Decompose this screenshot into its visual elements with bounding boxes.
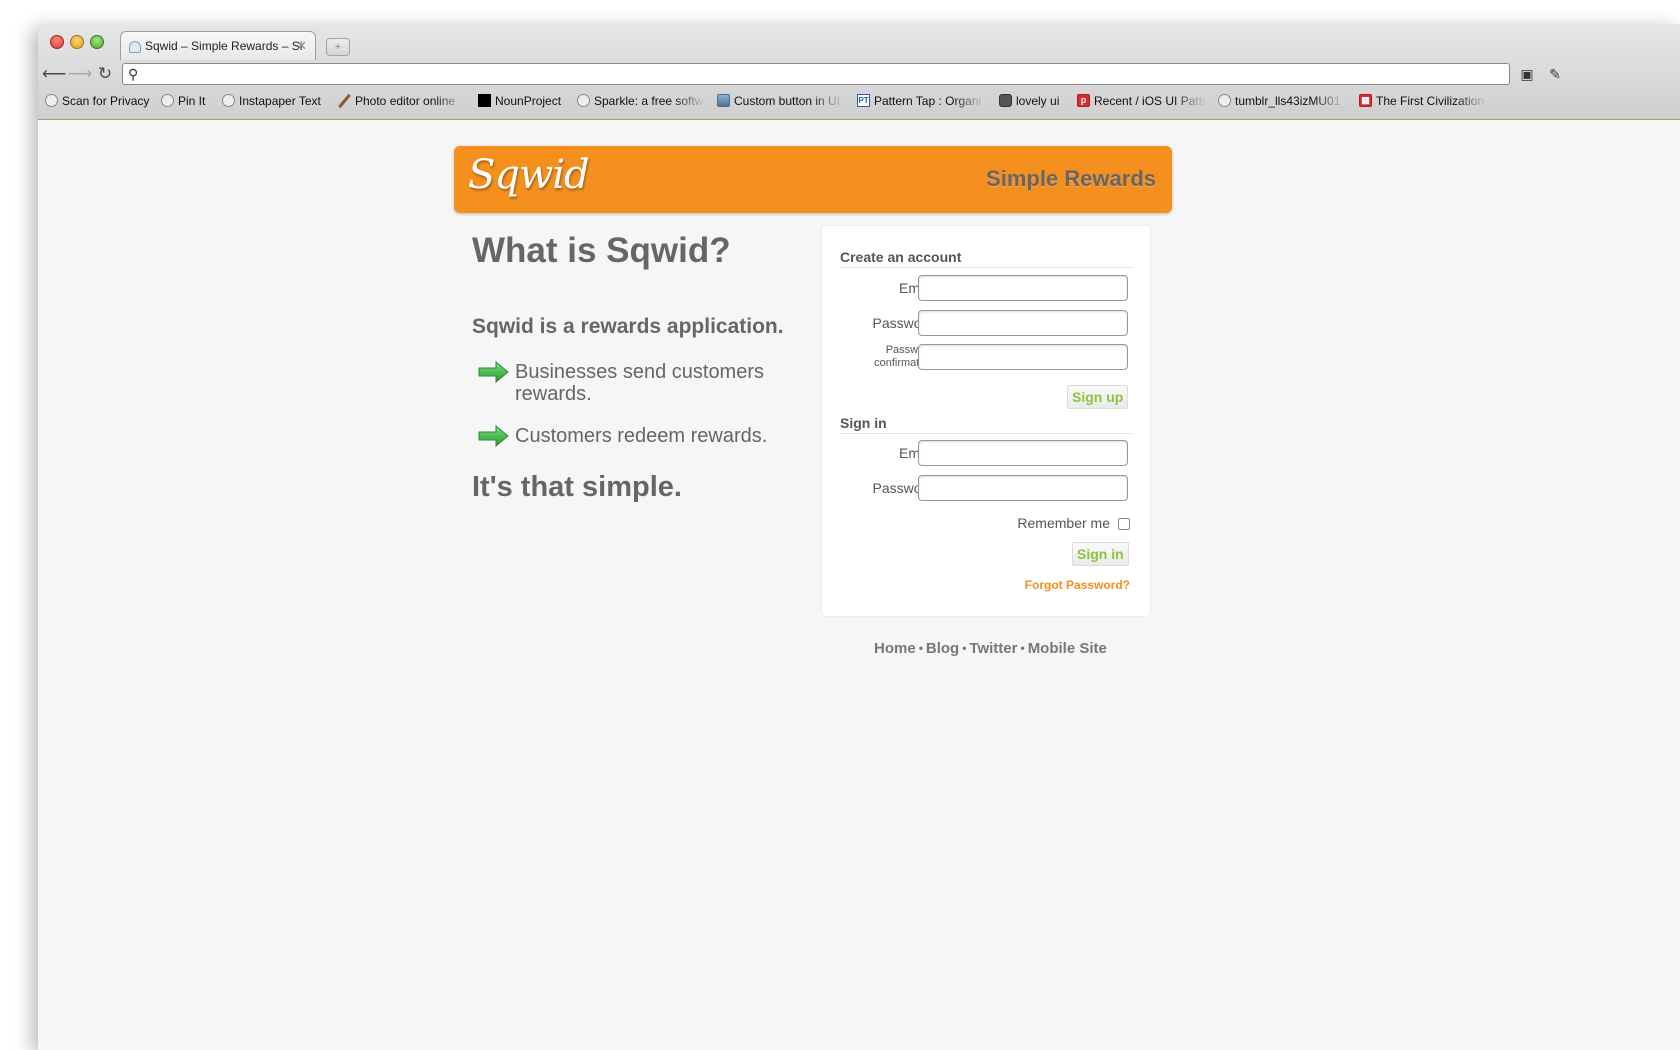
bookmark-item[interactable]: Custom button in UI: [716, 92, 844, 110]
signin-password-field[interactable]: [918, 475, 1128, 501]
remember-me-label: Remember me: [1017, 515, 1110, 531]
bookmark-item[interactable]: Pin It: [160, 92, 216, 110]
maximize-window-button[interactable]: [90, 35, 104, 49]
signup-password-row: Password: [840, 310, 1130, 336]
back-arrow-icon[interactable]: ⟵: [42, 63, 66, 85]
new-tab-button[interactable]: +: [326, 38, 350, 56]
bookmark-label: The First Civilization: [1376, 94, 1485, 108]
signup-email-field[interactable]: [918, 275, 1128, 301]
signup-confirm-row: Password confirmation: [840, 344, 1130, 370]
footer-separator: •: [962, 641, 967, 655]
browser-window: Sqwid – Simple Rewards – Si ✕ + ⟵ ⟶ ↻ ⚲ …: [38, 24, 1680, 1050]
search-icon: ⚲: [128, 66, 139, 82]
image-icon: [717, 94, 730, 107]
globe-icon: [161, 94, 174, 107]
tab-close-icon[interactable]: ✕: [296, 38, 307, 54]
bookmark-item[interactable]: tumblr_lls43izMU01: [1217, 92, 1345, 110]
wrench-icon[interactable]: ✎: [1546, 65, 1564, 83]
bookmark-label: tumblr_lls43izMU01: [1235, 94, 1341, 108]
bookmark-label: Instapaper Text: [239, 94, 321, 108]
bookmark-label: Photo editor online: [355, 94, 456, 108]
site-header: Sqwid Simple Rewards: [454, 146, 1172, 213]
sign-up-button[interactable]: Sign up: [1067, 385, 1129, 409]
signin-password-row: Password: [840, 475, 1130, 501]
globe-icon: [45, 94, 58, 107]
footer-separator: •: [918, 641, 923, 655]
black-square-icon: [478, 94, 491, 107]
footer-link-mobile-site[interactable]: Mobile Site: [1028, 640, 1107, 657]
footer-separator: •: [1020, 641, 1025, 655]
green-arrow-icon: [478, 425, 509, 447]
sqwid-logo[interactable]: Sqwid: [468, 152, 590, 198]
bullet-text: Customers redeem rewards.: [515, 425, 768, 447]
page-favicon-icon: [129, 41, 141, 53]
closing-statement: It's that simple.: [472, 471, 682, 503]
site-tagline: Simple Rewards: [986, 166, 1156, 191]
footer-link-home[interactable]: Home: [874, 640, 916, 657]
intro-section: What is Sqwid? Sqwid is a rewards applic…: [472, 231, 812, 504]
bookmark-item[interactable]: Photo editor online: [337, 92, 467, 110]
bookmark-item[interactable]: p Recent / iOS UI Patte: [1076, 92, 1206, 110]
remember-me[interactable]: Remember me: [1017, 515, 1130, 531]
sign-in-button[interactable]: Sign in: [1072, 542, 1129, 566]
pattern-tap-icon: PT: [857, 94, 870, 107]
bookmark-label: Pattern Tap : Organi: [874, 94, 982, 108]
bookmark-item[interactable]: Sparkle: a free softw: [576, 92, 706, 110]
minimize-window-button[interactable]: [70, 35, 84, 49]
forward-arrow-icon[interactable]: ⟶: [68, 63, 92, 85]
bookmark-label: Pin It: [178, 94, 206, 108]
bookmarks-bar: Scan for Privacy Pin It Instapaper Text …: [38, 90, 1680, 112]
bullet-text: Businesses send customers rewards.: [515, 361, 765, 405]
globe-icon: [1218, 94, 1231, 107]
browser-chrome: Sqwid – Simple Rewards – Si ✕ + ⟵ ⟶ ↻ ⚲ …: [38, 24, 1680, 120]
browser-toolbar: ⟵ ⟶ ↻ ⚲ ▣ ✎: [38, 60, 1680, 88]
page-title: What is Sqwid?: [472, 231, 731, 270]
bookmark-item[interactable]: PT Pattern Tap : Organi: [856, 92, 986, 110]
bookmark-label: Recent / iOS UI Patte: [1094, 94, 1206, 108]
reload-icon[interactable]: ↻: [94, 63, 116, 85]
tab-strip: Sqwid – Simple Rewards – Si ✕ +: [38, 24, 1680, 60]
close-window-button[interactable]: [50, 35, 64, 49]
tab-title: Sqwid – Simple Rewards – Si: [145, 39, 303, 53]
bookmark-item[interactable]: ▦ The First Civilization: [1358, 92, 1488, 110]
signin-email-field[interactable]: [918, 440, 1128, 466]
list-item: Customers redeem rewards.: [472, 425, 812, 447]
page-menu-icon[interactable]: ▣: [1518, 65, 1536, 83]
forgot-password-link[interactable]: Forgot Password?: [1025, 578, 1130, 592]
red-grid-icon: ▦: [1359, 94, 1372, 107]
pencil-icon: [338, 94, 351, 107]
footer-link-blog[interactable]: Blog: [926, 640, 959, 657]
sign-in-heading: Sign in: [840, 415, 1132, 434]
create-account-heading: Create an account: [840, 249, 1132, 268]
signup-password-field[interactable]: [918, 310, 1128, 336]
green-arrow-icon: [478, 361, 509, 383]
bookmark-item[interactable]: Instapaper Text: [221, 92, 327, 110]
bookmark-label: NounProject: [495, 94, 562, 108]
remember-me-checkbox[interactable]: [1118, 518, 1130, 530]
bookmark-label: Sparkle: a free softw: [594, 94, 704, 108]
pinterest-icon: p: [1077, 94, 1090, 107]
password-confirmation-field[interactable]: [918, 344, 1128, 370]
list-item: Businesses send customers rewards.: [472, 361, 812, 405]
account-panel: Create an account Email Password Passwor…: [821, 225, 1151, 617]
signin-email-row: Email: [840, 440, 1130, 466]
bookmark-label: Custom button in UI: [734, 94, 841, 108]
bookmark-label: Scan for Privacy: [62, 94, 150, 108]
globe-icon: [222, 94, 235, 107]
bookmark-item[interactable]: NounProject: [477, 92, 569, 110]
footer-link-twitter[interactable]: Twitter: [969, 640, 1017, 657]
signup-email-row: Email: [840, 275, 1130, 301]
bookmark-label: lovely ui: [1016, 94, 1060, 108]
bookmark-item[interactable]: Scan for Privacy: [44, 92, 152, 110]
shield-icon: [999, 94, 1012, 107]
page-content: Sqwid Simple Rewards What is Sqwid? Sqwi…: [38, 121, 1680, 1050]
intro-subtitle: Sqwid is a rewards application.: [472, 315, 784, 338]
footer-nav: Home • Blog • Twitter • Mobile Site: [874, 640, 1107, 657]
globe-icon: [577, 94, 590, 107]
bookmark-item[interactable]: lovely ui: [998, 92, 1064, 110]
tab-sqwid[interactable]: Sqwid – Simple Rewards – Si ✕: [120, 31, 316, 60]
address-bar[interactable]: ⚲: [122, 63, 1510, 85]
